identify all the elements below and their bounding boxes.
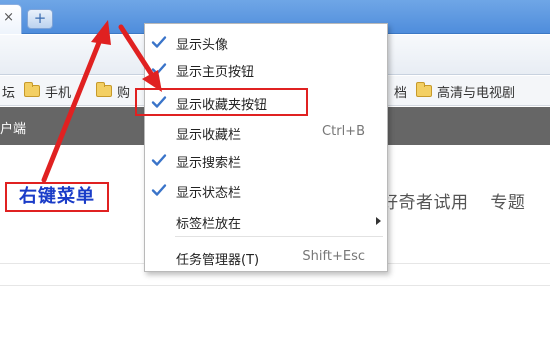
callout-label: 右键菜单 — [5, 182, 109, 212]
arrow-to-item-icon — [118, 24, 162, 92]
screenshot: × + 坛 手机 购 档 高清与电视剧 户端 好奇者试用 专题 显示头像 显示主… — [0, 0, 550, 349]
arrow-to-menu-icon — [41, 20, 111, 183]
annotation-arrows — [41, 20, 162, 183]
